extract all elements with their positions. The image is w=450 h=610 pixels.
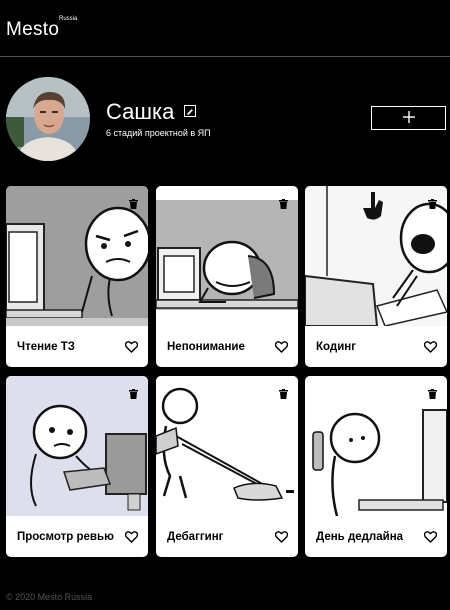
trash-icon[interactable]: [129, 196, 138, 209]
card-title: День дедлайна: [316, 531, 404, 543]
profile-name: Сашка: [106, 99, 175, 124]
trash-icon[interactable]: [279, 386, 288, 399]
trash-icon[interactable]: [129, 386, 138, 399]
card-image[interactable]: [6, 376, 148, 516]
card-image[interactable]: [305, 186, 447, 326]
card-title: Просмотр ревью: [17, 531, 114, 543]
card: Кодинг: [305, 186, 447, 367]
card-title: Кодинг: [316, 341, 356, 353]
card-title: Дебаггинг: [167, 531, 224, 543]
profile: Сашка 6 стадий проектной в ЯП: [0, 75, 450, 165]
heart-icon[interactable]: [274, 530, 289, 543]
card: День дедлайна: [305, 376, 447, 557]
logo: Mesto: [6, 19, 60, 40]
card: Непонимание: [156, 186, 298, 367]
card: Просмотр ревью: [6, 376, 148, 557]
card-image[interactable]: [156, 376, 298, 516]
logo-subtitle: Russia: [59, 16, 78, 22]
heart-icon[interactable]: [124, 530, 139, 543]
card-title: Чтение ТЗ: [17, 341, 75, 353]
heart-icon[interactable]: [124, 340, 139, 353]
heart-icon[interactable]: [423, 340, 438, 353]
plus-icon: [402, 110, 415, 126]
page-header: Mesto Russia: [0, 0, 450, 57]
trash-icon[interactable]: [428, 196, 437, 209]
trash-icon[interactable]: [279, 196, 288, 209]
pencil-icon: [186, 104, 194, 119]
trash-icon[interactable]: [428, 386, 437, 399]
profile-about: 6 стадий проектной в ЯП: [106, 128, 211, 138]
card: Чтение ТЗ: [6, 186, 148, 367]
card-image[interactable]: [305, 376, 447, 516]
card: Дебаггинг: [156, 376, 298, 557]
edit-profile-button[interactable]: [184, 105, 196, 117]
heart-icon[interactable]: [274, 340, 289, 353]
heart-icon[interactable]: [423, 530, 438, 543]
footer-copyright: © 2020 Mesto Russia: [6, 592, 93, 602]
card-image[interactable]: [6, 186, 148, 326]
avatar[interactable]: [6, 77, 90, 161]
add-card-button[interactable]: [371, 106, 446, 130]
card-image[interactable]: [156, 186, 298, 326]
card-title: Непонимание: [167, 341, 245, 353]
